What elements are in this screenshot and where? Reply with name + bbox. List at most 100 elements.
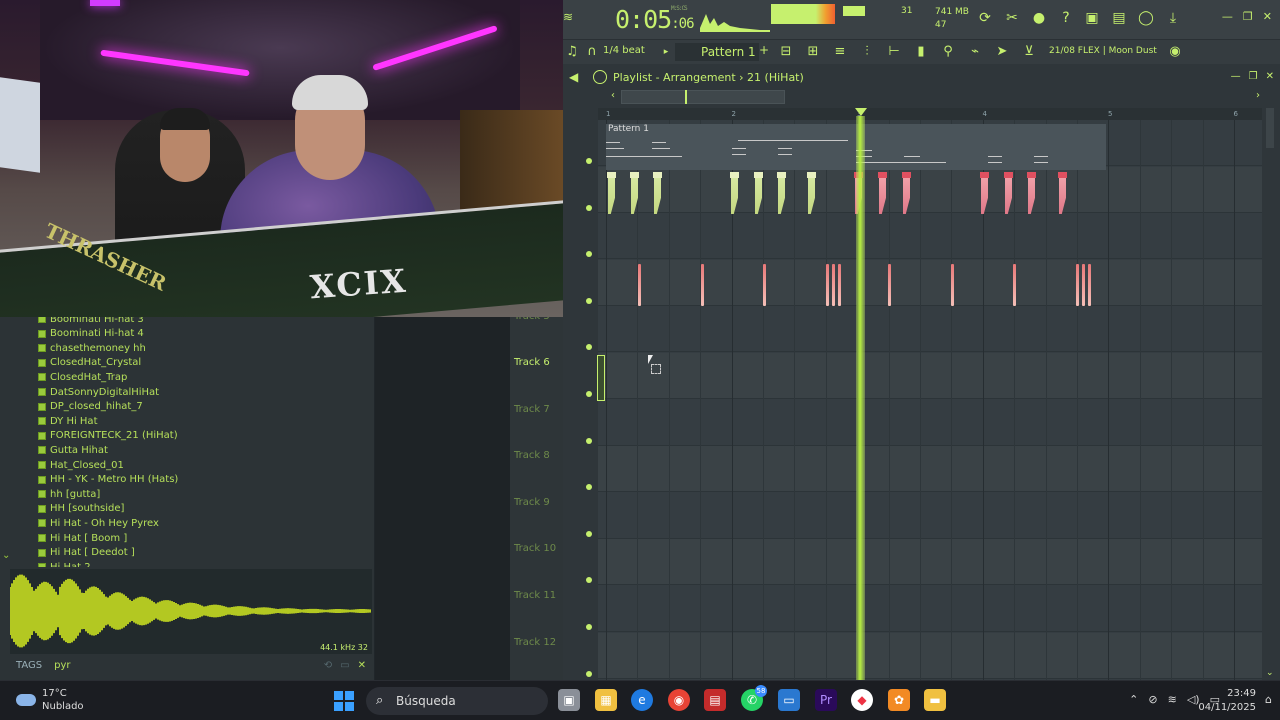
- snap-selector[interactable]: 1/4 beat: [603, 45, 645, 56]
- playlist-icon[interactable]: ⊟: [777, 43, 795, 61]
- automation-mark[interactable]: [1076, 264, 1079, 306]
- sample-waveform[interactable]: 44.1 kHz 32: [9, 569, 372, 654]
- track-mute-dot[interactable]: [586, 204, 592, 211]
- render-icon[interactable]: ▤: [1110, 9, 1128, 27]
- note-clip-header[interactable]: [902, 172, 911, 178]
- track-label[interactable]: Track 11: [514, 590, 556, 601]
- song-time[interactable]: 0:05:06 M:S:CS: [615, 5, 695, 34]
- browser-item[interactable]: HH - YK - Metro HH (Hats): [38, 473, 178, 487]
- track-mute-dot[interactable]: [586, 297, 592, 304]
- track-label[interactable]: Track 7: [514, 404, 550, 415]
- add-pattern-button[interactable]: +: [759, 43, 769, 57]
- edge-icon[interactable]: e: [631, 689, 653, 711]
- send-icon[interactable]: ➤: [993, 43, 1011, 61]
- note-clip-header[interactable]: [1027, 172, 1036, 178]
- automation-mark[interactable]: [763, 264, 766, 306]
- automation-mark[interactable]: [638, 264, 641, 306]
- premiere-icon[interactable]: Pr: [815, 689, 837, 711]
- track-mute-dot[interactable]: [586, 624, 592, 630]
- mic-icon[interactable]: ●: [1030, 9, 1048, 27]
- browser-item[interactable]: DatSonnyDigitalHiHat: [38, 385, 159, 399]
- browser-item[interactable]: Hi Hat 2: [38, 560, 91, 567]
- track-row[interactable]: [598, 493, 1262, 539]
- playhead[interactable]: [856, 116, 865, 680]
- automation-mark[interactable]: [1082, 264, 1085, 306]
- wifi-icon[interactable]: ≋: [1168, 693, 1177, 706]
- browser-item[interactable]: Boominati Hi-hat 3: [38, 317, 144, 326]
- tags-value[interactable]: pyr: [54, 660, 70, 671]
- tree-icon[interactable]: ⊢: [885, 43, 903, 61]
- piano-icon[interactable]: ♫: [563, 43, 581, 61]
- horizontal-scrollbar[interactable]: ‹ ›: [563, 88, 1280, 106]
- automation-mark[interactable]: [701, 264, 704, 306]
- pattern-selector[interactable]: Pattern 1: [675, 43, 759, 61]
- track-mute-dot[interactable]: [586, 158, 592, 164]
- automation-mark[interactable]: [826, 264, 829, 306]
- track-row[interactable]: [598, 539, 1262, 586]
- track-mute-dot[interactable]: [586, 437, 592, 444]
- speaker-icon[interactable]: ◀: [569, 70, 578, 84]
- track-label[interactable]: Track 12: [514, 637, 556, 648]
- save-icon[interactable]: ▣: [1083, 9, 1101, 27]
- track-label[interactable]: Track 9: [514, 497, 550, 508]
- maximize-icon[interactable]: ❐: [1249, 71, 1258, 82]
- note-clip-header[interactable]: [1058, 172, 1067, 178]
- track-label[interactable]: Track 6: [514, 357, 550, 368]
- browser-list[interactable]: Boominati Hi-hat 3 Boominati Hi-hat 4 chas…: [0, 317, 375, 567]
- browser-item[interactable]: FOREIGNTECK_21 (HiHat): [38, 429, 178, 443]
- mixer-icon[interactable]: ⫶: [858, 43, 876, 61]
- windows-start-icon[interactable]: [334, 691, 354, 711]
- tools-icon[interactable]: ✂: [1003, 9, 1021, 27]
- automation-mark[interactable]: [838, 264, 841, 306]
- note-clip-header[interactable]: [1004, 172, 1013, 178]
- network-off-icon[interactable]: ⊘: [1148, 693, 1157, 706]
- playlist-grid[interactable]: Pattern 1: [598, 120, 1262, 680]
- piano-roll-icon[interactable]: ⊞: [804, 43, 822, 61]
- automation-mark[interactable]: [888, 264, 891, 306]
- browser-item[interactable]: DP_closed_hihat_7: [38, 400, 143, 414]
- globe-icon[interactable]: ◉: [1166, 43, 1184, 61]
- automation-mark[interactable]: [1088, 264, 1091, 306]
- track-row[interactable]: [598, 586, 1262, 632]
- scroll-down-icon[interactable]: ⌄: [1266, 668, 1274, 678]
- help-icon[interactable]: ?: [1057, 9, 1075, 27]
- fl-studio-icon[interactable]: ✿: [888, 689, 910, 711]
- browser-item[interactable]: Hi Hat [ Deedot ]: [38, 546, 135, 560]
- track-mute-dot[interactable]: [586, 251, 592, 258]
- close-icon[interactable]: ✕: [1266, 71, 1274, 82]
- minimize-icon[interactable]: —: [1231, 71, 1241, 82]
- track6-clip[interactable]: [597, 355, 605, 401]
- track-row[interactable]: [598, 632, 1262, 679]
- track-row[interactable]: [598, 213, 1262, 260]
- minimize-icon[interactable]: —: [1222, 10, 1233, 23]
- browser-item[interactable]: ClosedHat_Trap: [38, 370, 127, 384]
- file-icon[interactable]: ▮: [912, 43, 930, 61]
- system-clock[interactable]: 23:49 04/11/2025: [1198, 687, 1256, 715]
- track-label[interactable]: Track 10: [514, 543, 556, 554]
- notification-icon[interactable]: ⌂: [1265, 693, 1272, 706]
- track-mute-dot[interactable]: [586, 577, 592, 584]
- plugin-icon[interactable]: ⚲: [939, 43, 957, 61]
- chat-icon[interactable]: ◯: [1137, 9, 1155, 27]
- playhead-marker[interactable]: [855, 108, 867, 116]
- play-arrow-icon[interactable]: ▸: [657, 43, 675, 61]
- note-clip-header[interactable]: [777, 172, 786, 178]
- task-view-icon[interactable]: ▣: [558, 689, 580, 711]
- file-explorer-icon[interactable]: ▬: [924, 689, 946, 711]
- automation-mark[interactable]: [951, 264, 954, 306]
- track-mute-dot[interactable]: [586, 344, 592, 351]
- browser-item[interactable]: Hi Hat - Oh Hey Pyrex: [38, 516, 159, 530]
- arrangement-icon[interactable]: [593, 70, 607, 84]
- photos-icon[interactable]: ▤: [704, 689, 726, 711]
- scrollbar-thumb[interactable]: [1266, 108, 1274, 148]
- folder-icon[interactable]: ▭: [340, 660, 349, 671]
- note-clip-header[interactable]: [807, 172, 816, 178]
- chrome-icon[interactable]: ◉: [668, 689, 690, 711]
- browser-item[interactable]: Hat_Closed_01: [38, 458, 124, 472]
- scroll-left-icon[interactable]: ‹: [611, 90, 615, 101]
- channel-rack-icon[interactable]: ≡: [831, 43, 849, 61]
- chevron-up-icon[interactable]: ⌃: [1129, 693, 1138, 706]
- scroll-right-icon[interactable]: ›: [1256, 90, 1260, 101]
- refresh-icon[interactable]: ⟲: [324, 660, 332, 671]
- browser-item[interactable]: hh [gutta]: [38, 487, 100, 501]
